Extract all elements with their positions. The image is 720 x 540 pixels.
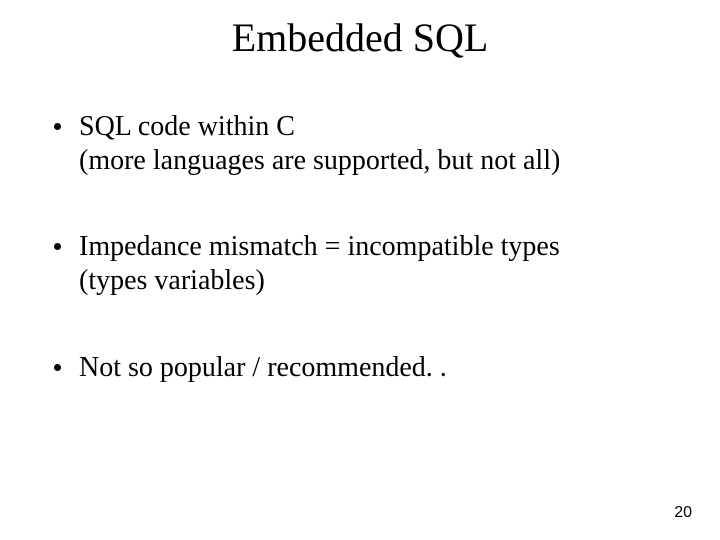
bullet-icon <box>54 123 61 130</box>
bullet-line: (more languages are supported, but not a… <box>79 145 560 176</box>
page-number: 20 <box>674 504 692 522</box>
slide-body: SQL code within C (more languages are su… <box>54 110 666 437</box>
list-item: SQL code within C (more languages are su… <box>54 110 666 178</box>
slide: Embedded SQL SQL code within C (more lan… <box>0 0 720 540</box>
bullet-text: SQL code within C (more languages are su… <box>79 110 666 178</box>
list-item: Not so popular / recommended. . <box>54 351 666 385</box>
slide-title: Embedded SQL <box>0 14 720 61</box>
list-item: Impedance mismatch = incompatible types … <box>54 230 666 298</box>
bullet-text: Not so popular / recommended. . <box>79 351 666 385</box>
bullet-text: Impedance mismatch = incompatible types … <box>79 230 666 298</box>
bullet-line: SQL code within C <box>79 111 295 142</box>
bullet-line: Not so popular / recommended. . <box>79 352 447 383</box>
bullet-line: (types variables) <box>79 265 265 296</box>
bullet-icon <box>54 364 61 371</box>
bullet-icon <box>54 243 61 250</box>
bullet-line: Impedance mismatch = incompatible types <box>79 231 560 262</box>
